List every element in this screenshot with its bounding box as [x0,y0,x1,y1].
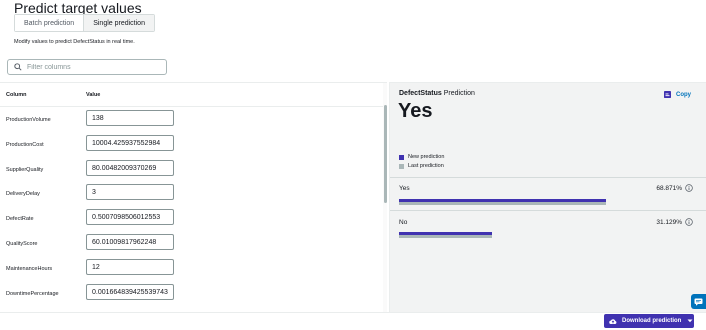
table-row: ProductionCost [0,135,380,159]
copy-icon [664,91,671,98]
filter-columns-field[interactable] [7,59,167,75]
info-icon[interactable] [685,218,693,226]
download-prediction-label: Download prediction [622,318,682,324]
copy-button[interactable]: Copy [664,91,691,98]
section-divider [390,210,706,211]
feature-table: Column Value ProductionVolume Production… [0,82,387,312]
feature-label: ProductionCost [6,142,44,148]
table-row: QualityScore [0,234,380,258]
legend-item-new: New prediction [399,153,444,161]
feature-value-input[interactable] [86,234,174,250]
table-row: DeliveryDelay [0,184,380,208]
legend-label-new: New prediction [408,154,445,160]
prediction-title-suffix: Prediction [441,90,475,97]
value-header: Value [86,92,101,98]
class-percent-no: 31.129% [656,219,682,226]
legend-label-last: Last prediction [408,163,444,169]
feature-label: ProductionVolume [6,117,51,123]
feature-label: DeliveryDelay [6,191,40,197]
prediction-target: DefectStatus [399,90,442,97]
chat-icon [694,298,703,306]
search-icon [14,63,22,71]
probability-bar-last-no [399,235,492,238]
page-subtitle: Modify values to predict DefectStatus in… [14,39,135,45]
class-label-no: No [399,219,408,226]
tab-batch-prediction[interactable]: Batch prediction [15,15,84,31]
feature-label: DowntimePercentage [6,291,59,297]
feature-value-input[interactable] [86,160,174,176]
info-icon[interactable] [685,184,693,192]
prediction-tabs: Batch prediction Single prediction [14,14,155,32]
feature-label: QualityScore [6,241,38,247]
probability-bar-last-yes [399,202,606,205]
legend-swatch-last [399,163,404,169]
feature-value-input[interactable] [86,135,174,151]
prediction-title: DefectStatus Prediction [399,90,475,97]
scrollbar-thumb[interactable] [384,105,387,203]
feature-label: SupplierQuality [6,167,44,173]
table-row: DowntimePercentage [0,284,380,308]
table-row: MaintenanceHours [0,259,380,283]
tab-single-prediction[interactable]: Single prediction [83,15,154,31]
feature-value-input[interactable] [86,259,174,275]
filter-columns-input[interactable] [27,63,157,71]
table-row: DefectRate [0,209,380,233]
caret-down-icon[interactable] [687,319,693,323]
legend-swatch-new [399,154,404,160]
prediction-legend: New prediction Last prediction [399,153,444,171]
feature-label: DefectRate [6,216,34,222]
prediction-panel: DefectStatus Prediction Copy Yes New pre… [389,82,706,312]
download-prediction-button[interactable]: Download prediction [604,314,694,328]
feature-value-input[interactable] [86,184,174,200]
section-divider [390,177,706,178]
class-label-yes: Yes [399,185,410,192]
feature-value-input[interactable] [86,110,174,126]
column-header: Column [6,92,27,98]
copy-label: Copy [676,91,691,98]
table-row: ProductionVolume [0,110,380,134]
footer-bar [0,312,706,330]
feature-value-input[interactable] [86,284,174,300]
predicted-value: Yes [398,100,433,122]
feature-label: MaintenanceHours [6,266,53,272]
cloud-upload-icon [609,318,617,324]
chat-button[interactable] [691,294,706,309]
header-divider [0,106,383,107]
legend-item-last: Last prediction [399,162,444,170]
feature-value-input[interactable] [86,209,174,225]
table-row: SupplierQuality [0,160,380,184]
class-percent-yes: 68.871% [656,185,682,192]
